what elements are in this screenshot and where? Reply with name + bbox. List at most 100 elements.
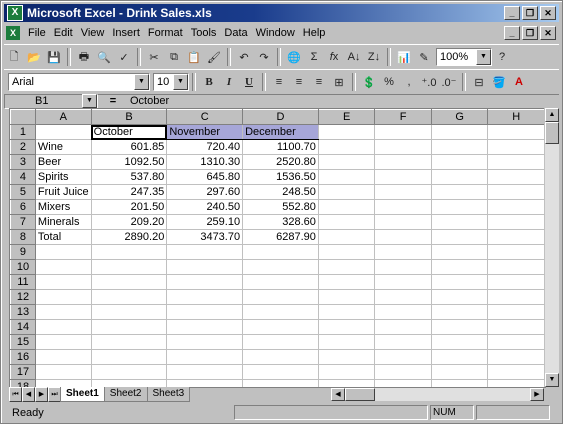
cell[interactable]: October — [90, 124, 168, 140]
cell[interactable] — [166, 274, 244, 290]
row-header[interactable]: 12 — [10, 289, 36, 305]
cell[interactable] — [317, 274, 376, 290]
cell[interactable] — [430, 349, 489, 365]
cell[interactable]: 3473.70 — [166, 229, 244, 245]
restore-button[interactable]: ❐ — [522, 6, 538, 20]
align-left-icon[interactable]: ≡ — [269, 72, 289, 92]
row-header[interactable]: 10 — [10, 259, 36, 275]
workbook-icon[interactable]: X — [6, 26, 20, 40]
cell[interactable] — [90, 349, 168, 365]
drawing-icon[interactable]: ✎ — [414, 47, 434, 67]
cell[interactable] — [90, 334, 168, 350]
cell[interactable] — [374, 184, 432, 200]
row-header[interactable]: 5 — [10, 184, 36, 200]
cell[interactable] — [487, 349, 545, 365]
doc-restore-button[interactable]: ❐ — [522, 26, 538, 40]
row-header[interactable]: 16 — [10, 349, 36, 365]
cell[interactable] — [317, 169, 376, 185]
cell[interactable] — [430, 259, 489, 275]
next-sheet-icon[interactable]: ▶ — [35, 387, 48, 402]
cell[interactable] — [374, 364, 432, 380]
cell[interactable] — [487, 139, 545, 155]
chart-wizard-icon[interactable]: 📊 — [394, 47, 414, 67]
cell[interactable] — [487, 334, 545, 350]
cell[interactable] — [487, 184, 545, 200]
format-painter-icon[interactable]: 🖌 — [204, 47, 224, 67]
menu-edit[interactable]: Edit — [50, 27, 77, 39]
cell[interactable]: 2890.20 — [90, 229, 168, 245]
sort-descending-icon[interactable]: Z↓ — [364, 47, 384, 67]
cell[interactable] — [487, 319, 545, 335]
cell[interactable]: Wine — [34, 139, 92, 155]
menu-file[interactable]: File — [24, 27, 50, 39]
cell[interactable] — [374, 244, 432, 260]
cell[interactable] — [430, 214, 489, 230]
help-icon[interactable]: ? — [492, 47, 512, 67]
scroll-down-icon[interactable]: ▼ — [545, 373, 559, 387]
cell[interactable] — [487, 154, 545, 170]
cell[interactable] — [317, 229, 376, 245]
cell[interactable] — [430, 169, 489, 185]
row-header[interactable]: 13 — [10, 304, 36, 320]
cell[interactable] — [166, 244, 244, 260]
font-size-select[interactable]: 10 ▼ — [153, 73, 189, 91]
cell[interactable]: 297.60 — [166, 184, 244, 200]
spelling-icon[interactable]: ✓ — [114, 47, 134, 67]
cell[interactable] — [374, 139, 432, 155]
title-bar[interactable]: X Microsoft Excel - Drink Sales.xls _ ❐ … — [4, 4, 559, 22]
row-header[interactable]: 7 — [10, 214, 36, 230]
undo-icon[interactable]: ↶ — [234, 47, 254, 67]
cell[interactable] — [242, 289, 319, 305]
cell[interactable] — [90, 289, 168, 305]
cell[interactable] — [166, 289, 244, 305]
cut-icon[interactable]: ✂ — [144, 47, 164, 67]
column-header-h[interactable]: H — [487, 109, 545, 125]
cell[interactable] — [430, 244, 489, 260]
cell[interactable] — [430, 334, 489, 350]
cell[interactable]: December — [242, 124, 319, 140]
cell[interactable] — [34, 274, 92, 290]
cell[interactable]: 645.80 — [166, 169, 244, 185]
sort-ascending-icon[interactable]: A↓ — [344, 47, 364, 67]
cell[interactable] — [166, 334, 244, 350]
cell[interactable] — [90, 319, 168, 335]
first-sheet-icon[interactable]: ⏮ — [9, 387, 22, 402]
cell[interactable] — [374, 214, 432, 230]
cell[interactable] — [90, 259, 168, 275]
menu-insert[interactable]: Insert — [108, 27, 144, 39]
column-header-f[interactable]: F — [374, 109, 432, 125]
cell[interactable] — [374, 274, 432, 290]
cell[interactable] — [430, 319, 489, 335]
cell[interactable] — [487, 244, 545, 260]
cell[interactable]: 6287.90 — [242, 229, 319, 245]
italic-button[interactable]: I — [219, 72, 239, 92]
cell[interactable]: 328.60 — [242, 214, 319, 230]
cell[interactable] — [317, 364, 376, 380]
increase-decimal-icon[interactable]: ⁺.0 — [419, 72, 439, 92]
cell[interactable] — [34, 289, 92, 305]
cell[interactable] — [90, 304, 168, 320]
cell[interactable] — [487, 229, 545, 245]
merge-center-icon[interactable]: ⊞ — [329, 72, 349, 92]
excel-app-icon[interactable]: X — [7, 5, 23, 21]
cell[interactable] — [487, 274, 545, 290]
cell[interactable]: 2520.80 — [242, 154, 319, 170]
cell[interactable] — [487, 364, 545, 380]
cell[interactable]: 1536.50 — [242, 169, 319, 185]
cell[interactable] — [487, 289, 545, 305]
cell[interactable] — [34, 334, 92, 350]
cell[interactable] — [374, 334, 432, 350]
cell[interactable] — [166, 319, 244, 335]
cell[interactable] — [374, 319, 432, 335]
cell[interactable] — [317, 184, 376, 200]
autosum-icon[interactable]: Σ — [304, 47, 324, 67]
zoom-select[interactable]: 100% ▼ — [436, 48, 492, 66]
cell[interactable] — [242, 244, 319, 260]
print-preview-icon[interactable]: 🔍 — [94, 47, 114, 67]
row-header[interactable]: 1 — [10, 124, 36, 140]
row-header[interactable]: 8 — [10, 229, 36, 245]
cell[interactable] — [374, 349, 432, 365]
cell[interactable] — [430, 154, 489, 170]
row-header[interactable]: 3 — [10, 154, 36, 170]
row-header[interactable]: 17 — [10, 364, 36, 380]
